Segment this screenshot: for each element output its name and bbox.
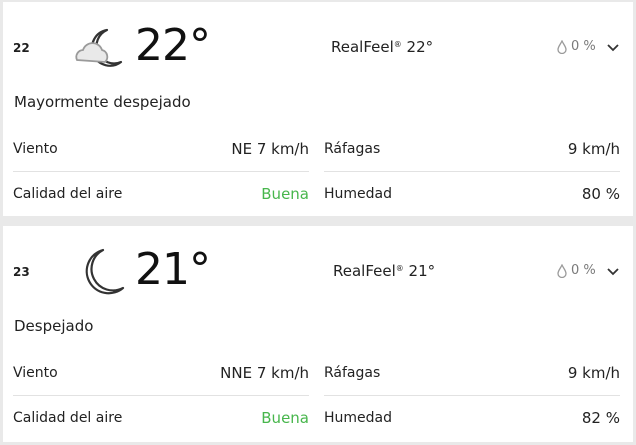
gusts-row: Ráfagas 9 km/h bbox=[324, 351, 620, 396]
weather-phrase: Mayormente despejado bbox=[14, 93, 191, 111]
wind-value: NE 7 km/h bbox=[231, 140, 309, 158]
humidity-row: Humedad 80 % bbox=[324, 172, 620, 216]
humidity-label: Humedad bbox=[324, 410, 393, 426]
registered-mark: ® bbox=[393, 40, 402, 49]
temperature: 22° bbox=[135, 20, 211, 71]
humidity-value: 80 % bbox=[581, 185, 620, 203]
registered-mark: ® bbox=[395, 264, 404, 273]
hour-label: 23 bbox=[13, 265, 30, 279]
realfeel-value: 22° bbox=[401, 38, 434, 56]
gusts-value: 9 km/h bbox=[567, 364, 620, 382]
chevron-down-icon[interactable] bbox=[606, 40, 620, 54]
moon-icon bbox=[85, 248, 125, 295]
gusts-row: Ráfagas 9 km/h bbox=[324, 127, 620, 172]
wind-label: Viento bbox=[13, 141, 58, 157]
air-quality-label: Calidad del aire bbox=[13, 410, 123, 426]
realfeel-label: RealFeel bbox=[333, 262, 396, 280]
gusts-label: Ráfagas bbox=[324, 141, 381, 157]
precipitation: 0 % bbox=[556, 39, 596, 54]
wind-label: Viento bbox=[13, 365, 58, 381]
wind-row: Viento NNE 7 km/h bbox=[13, 351, 309, 396]
air-quality-value: Buena bbox=[261, 409, 309, 427]
droplet-icon bbox=[557, 263, 567, 278]
chevron-down-icon[interactable] bbox=[606, 264, 620, 278]
weather-phrase: Despejado bbox=[14, 317, 94, 335]
realfeel: RealFeel® 21° bbox=[333, 262, 435, 280]
hour-label: 22 bbox=[13, 41, 30, 55]
hourly-forecast-card[interactable]: 22 22° RealFeel® 22° 0 % Mayormente desp… bbox=[3, 2, 633, 216]
realfeel-value: 21° bbox=[403, 262, 436, 280]
air-quality-label: Calidad del aire bbox=[13, 186, 123, 202]
humidity-row: Humedad 82 % bbox=[324, 396, 620, 440]
gusts-label: Ráfagas bbox=[324, 365, 381, 381]
realfeel-label: RealFeel bbox=[331, 38, 394, 56]
droplet-icon bbox=[557, 39, 567, 54]
gusts-value: 9 km/h bbox=[567, 140, 620, 158]
wind-value: NNE 7 km/h bbox=[220, 364, 309, 382]
realfeel: RealFeel® 22° bbox=[331, 38, 433, 56]
temperature: 21° bbox=[135, 244, 211, 295]
moon-cloud-icon bbox=[75, 28, 123, 67]
wind-row: Viento NE 7 km/h bbox=[13, 127, 309, 172]
humidity-value: 82 % bbox=[581, 409, 620, 427]
precipitation-value: 0 % bbox=[571, 263, 596, 278]
hourly-forecast-card[interactable]: 23 21° RealFeel® 21° 0 % Despejado Vient… bbox=[3, 226, 633, 442]
precipitation: 0 % bbox=[556, 263, 596, 278]
air-quality-row: Calidad del aire Buena bbox=[13, 396, 309, 440]
precipitation-value: 0 % bbox=[571, 39, 596, 54]
air-quality-value: Buena bbox=[261, 185, 309, 203]
air-quality-row: Calidad del aire Buena bbox=[13, 172, 309, 216]
humidity-label: Humedad bbox=[324, 186, 393, 202]
